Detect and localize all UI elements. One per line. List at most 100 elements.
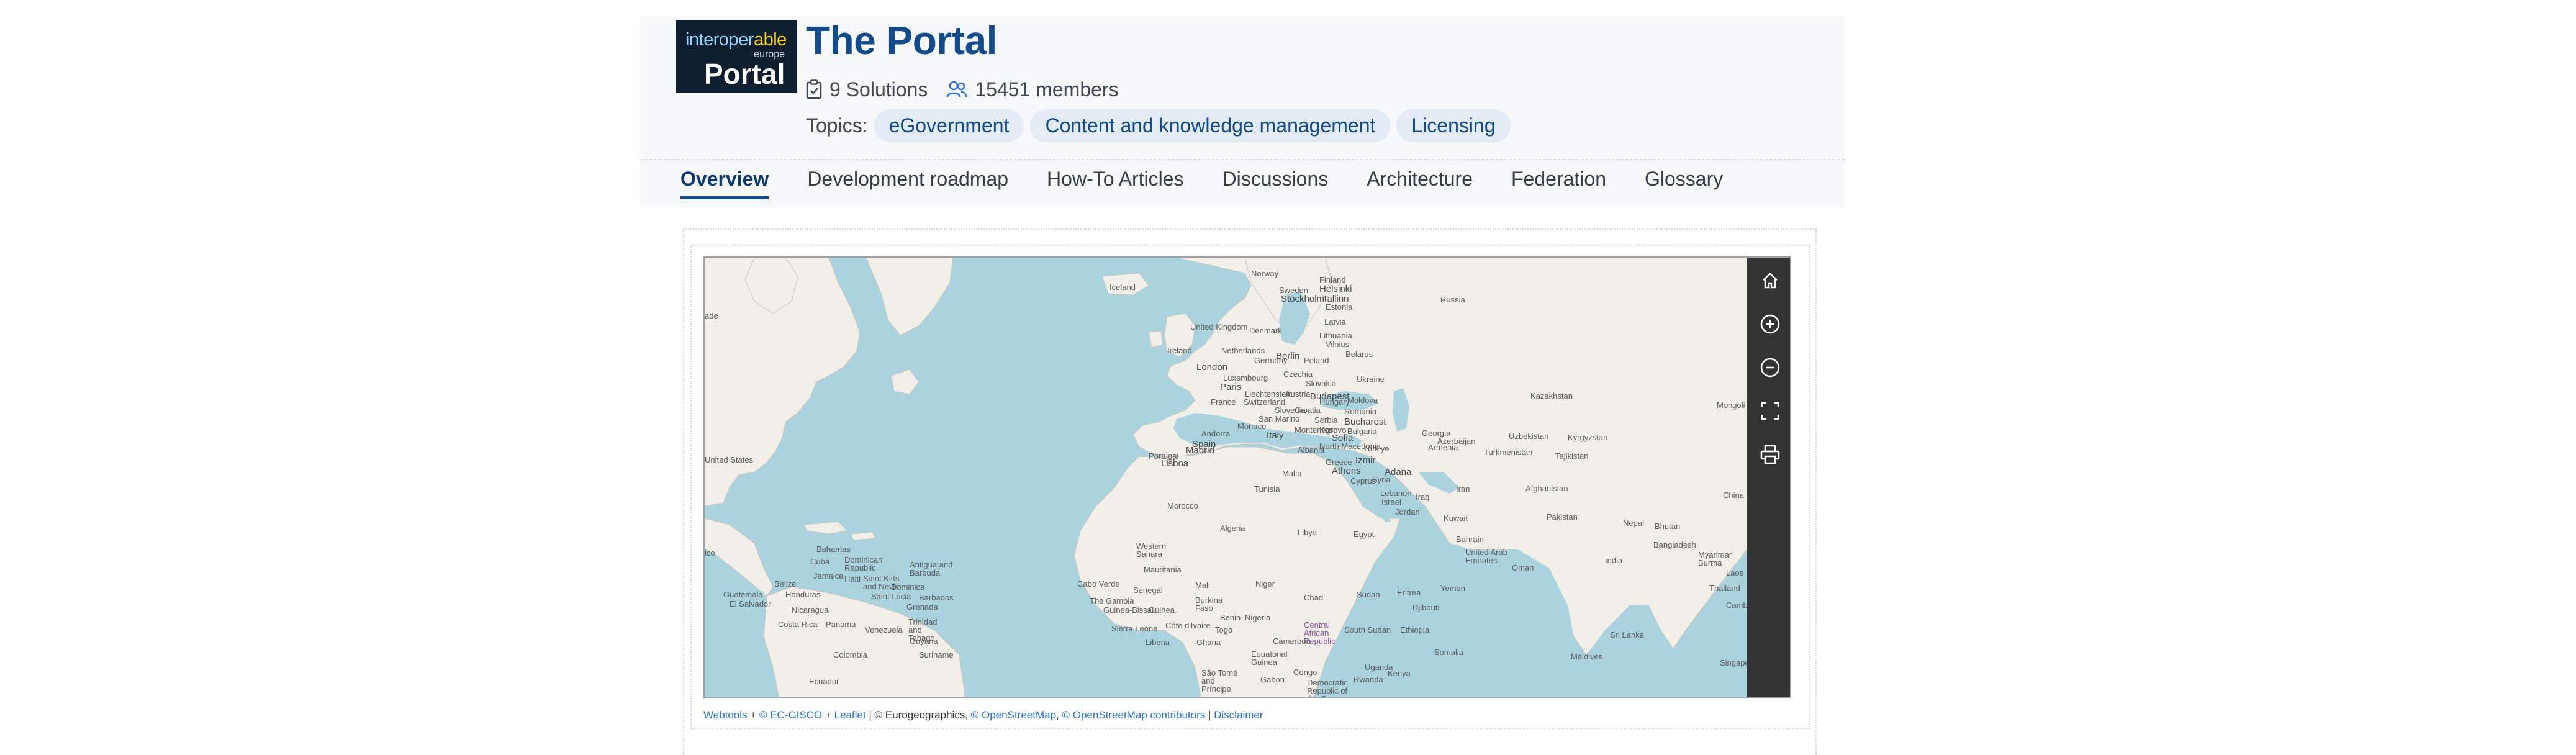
map-label-ethiopia: Ethiopia bbox=[1400, 625, 1429, 635]
map-fullscreen-button[interactable] bbox=[1747, 389, 1790, 433]
map-label-somalia: Somalia bbox=[1434, 648, 1463, 657]
map-label-finland: Finland bbox=[1319, 275, 1346, 284]
map-label-poland: Poland bbox=[1304, 356, 1329, 365]
map-label-ukraine: Ukraine bbox=[1357, 374, 1385, 384]
tab-glossary[interactable]: Glossary bbox=[1645, 164, 1723, 206]
webtools-link[interactable]: Webtools bbox=[703, 709, 748, 721]
map-label-unitedstates: United States bbox=[705, 455, 754, 464]
map-label-bangladesh: Bangladesh bbox=[1653, 540, 1696, 549]
map-label-estonia: Estonia bbox=[1326, 302, 1353, 312]
zoom-in-icon bbox=[1760, 314, 1779, 334]
map-label-morocco: Morocco bbox=[1167, 501, 1198, 510]
map-attribution: Webtools + © EC-GISCO + Leaflet | © Euro… bbox=[703, 709, 1263, 721]
logo-line-1a: interoper bbox=[685, 30, 754, 50]
topic-chip-content-knowledge[interactable]: Content and knowledge management bbox=[1030, 109, 1391, 142]
site-logo[interactable]: interoperable europe Portal bbox=[676, 20, 797, 93]
map-label-athens: Athens bbox=[1332, 466, 1361, 476]
logo-line-1b: able bbox=[753, 30, 787, 50]
map-label-maldives: Maldives bbox=[1571, 652, 1603, 661]
topic-chip-egovernment[interactable]: eGovernment bbox=[874, 109, 1024, 142]
map-label-cotedivoire: Côte d'Ivoire bbox=[1165, 621, 1211, 630]
map-label-slovakia: Slovakia bbox=[1306, 379, 1337, 388]
map-label-kazakhstan: Kazakhstan bbox=[1530, 391, 1573, 400]
map-label-egypt: Egypt bbox=[1354, 530, 1375, 539]
map-label-jordan: Jordan bbox=[1395, 507, 1420, 517]
map-label-moldova: Moldova bbox=[1347, 396, 1378, 405]
map-label-burkina: Burkina Faso bbox=[1195, 595, 1223, 613]
map-label-uzbekistan: Uzbekistan bbox=[1509, 432, 1549, 441]
map-label-iraq: Iraq bbox=[1416, 492, 1430, 502]
map-label-andorra: Andorra bbox=[1201, 429, 1231, 438]
map-label-iran: Iran bbox=[1456, 484, 1470, 494]
map-label-elsalvador: El Salvador bbox=[730, 599, 771, 608]
map-label-monaco: Monaco bbox=[1237, 422, 1267, 431]
openstreetmap-link[interactable]: © OpenStreetMap bbox=[971, 709, 1056, 721]
members-count: 15451 members bbox=[975, 78, 1119, 101]
ec-gisco-link[interactable]: © EC-GISCO bbox=[759, 709, 822, 721]
tab-how-to-articles[interactable]: How-To Articles bbox=[1047, 164, 1184, 206]
map-label-bhutan: Bhutan bbox=[1655, 522, 1681, 531]
page-title: The Portal bbox=[806, 18, 997, 63]
map-label-lithuania: Lithuania bbox=[1319, 331, 1352, 340]
map-label-denmark: Denmark bbox=[1249, 326, 1282, 335]
map-label-libya: Libya bbox=[1298, 528, 1317, 537]
map-label-guatemala: Guatemala bbox=[723, 590, 763, 599]
map-label-eritrea: Eritrea bbox=[1397, 588, 1421, 597]
map-label-nicaragua: Nicaragua bbox=[792, 605, 829, 615]
tab-architecture[interactable]: Architecture bbox=[1367, 164, 1473, 206]
map-label-barbados: Barbados bbox=[919, 593, 954, 602]
map-label-italy: Italy bbox=[1267, 430, 1284, 441]
map-label-costarica: Costa Rica bbox=[778, 620, 818, 629]
tab-overview[interactable]: Overview bbox=[680, 164, 769, 206]
disclaimer-link[interactable]: Disclaimer bbox=[1214, 709, 1263, 721]
map-label-ireland: Ireland bbox=[1167, 346, 1192, 355]
leaflet-link[interactable]: Leaflet bbox=[834, 709, 866, 721]
map-label-liechtenstein: Liechtenstein bbox=[1245, 389, 1293, 399]
map-label-panama: Panama bbox=[826, 620, 856, 629]
map-label-saotome: São Tomé and Príncipe bbox=[1201, 668, 1238, 694]
map-label-kyrgyzstan: Kyrgyzstan bbox=[1568, 433, 1608, 442]
map-label-adana: Adana bbox=[1385, 467, 1412, 477]
map-label-bahamas: Bahamas bbox=[816, 545, 851, 554]
map-label-czechia: Czechia bbox=[1283, 369, 1313, 379]
tab-federation[interactable]: Federation bbox=[1511, 164, 1606, 206]
members-stat[interactable]: 15451 members bbox=[946, 78, 1119, 101]
map-label-benin: Benin bbox=[1220, 613, 1241, 622]
map-label-thailand: Thailand bbox=[1709, 584, 1740, 593]
map-label-mongolia: Mongoli bbox=[1717, 400, 1745, 410]
home-icon bbox=[1762, 273, 1778, 289]
map-label-germany: Germany bbox=[1254, 356, 1288, 365]
map-canvas[interactable]: Russia Kazakhstan Mongoli Uzbekistan Kyr… bbox=[703, 256, 1791, 698]
topic-chip-licensing[interactable]: Licensing bbox=[1396, 109, 1511, 142]
map-label-cuba: Cuba bbox=[810, 557, 830, 566]
map-print-button[interactable] bbox=[1747, 433, 1790, 476]
map-label-stkitts: Saint Kitts and Nevis bbox=[863, 574, 900, 591]
map-label-france: France bbox=[1211, 397, 1236, 407]
map-label-southsudan: South Sudan bbox=[1344, 625, 1391, 635]
map-label-belarus: Belarus bbox=[1345, 350, 1373, 359]
map-label-lebanon: Lebanon bbox=[1380, 489, 1412, 498]
map-label-liberia: Liberia bbox=[1146, 638, 1170, 647]
map-toolbar bbox=[1747, 258, 1790, 697]
map-label-senegal: Senegal bbox=[1133, 585, 1163, 595]
map-label-turkiye: Türkiye bbox=[1363, 444, 1390, 453]
solutions-stat[interactable]: 9 Solutions bbox=[806, 78, 928, 101]
tab-discussions[interactable]: Discussions bbox=[1222, 164, 1329, 206]
map-label-croatia: Croatia bbox=[1295, 405, 1321, 415]
logo-line-1: interoperable bbox=[685, 30, 787, 50]
map-zoom-in-button[interactable] bbox=[1747, 302, 1790, 346]
map-label-drc: Democratic Republic of the Congo bbox=[1307, 678, 1348, 697]
map-label-belize: Belize bbox=[774, 579, 797, 589]
tab-development-roadmap[interactable]: Development roadmap bbox=[807, 164, 1008, 206]
map-zoom-out-button[interactable] bbox=[1747, 346, 1790, 389]
map-label-lisbon: Lisboa bbox=[1161, 458, 1189, 469]
map-home-button[interactable] bbox=[1747, 259, 1790, 302]
map-label-uae: United Arab Emirates bbox=[1465, 548, 1507, 565]
map-label-bahrain: Bahrain bbox=[1456, 535, 1484, 544]
map-label-eqguinea: Equatorial Guinea bbox=[1251, 649, 1288, 667]
map-label-chad: Chad bbox=[1304, 593, 1324, 602]
map-label-algeria: Algeria bbox=[1220, 523, 1245, 533]
osm-contributors-link[interactable]: © OpenStreetMap contributors bbox=[1062, 709, 1205, 721]
attr-eurogeographics: | © Eurogeographics, bbox=[865, 709, 971, 721]
map-label-kuwait: Kuwait bbox=[1444, 513, 1468, 523]
